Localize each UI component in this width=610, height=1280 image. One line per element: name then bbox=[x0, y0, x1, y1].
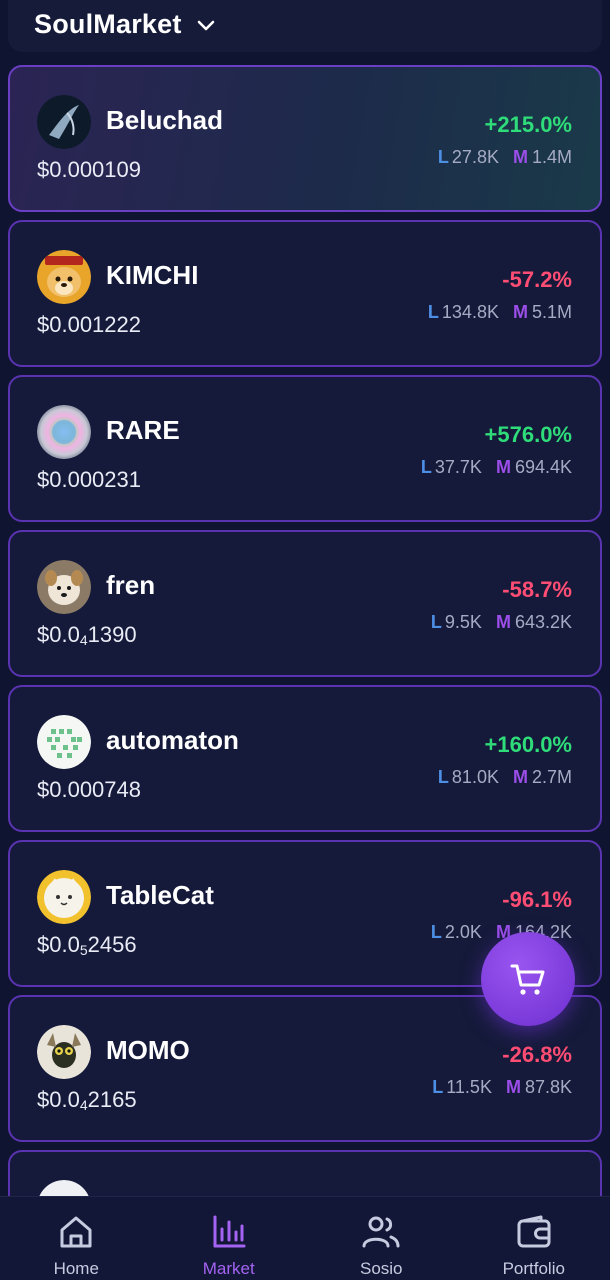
token-avatar bbox=[37, 405, 91, 459]
token-change: +215.0% bbox=[484, 112, 572, 137]
liquidity-value: 2.0K bbox=[444, 922, 482, 942]
token-name: MOMO bbox=[106, 1035, 190, 1065]
token-price: $0.052456 bbox=[37, 932, 137, 958]
mcap-value: 87.8K bbox=[524, 1077, 572, 1097]
token-change: -57.2% bbox=[502, 267, 572, 292]
token-stats: L 37.7K M 694.4K bbox=[421, 457, 572, 478]
liquidity-value: 27.8K bbox=[451, 147, 499, 167]
token-name: fren bbox=[106, 570, 156, 600]
price-zero-count: 4 bbox=[79, 1097, 88, 1113]
mcap-value: 1.4M bbox=[531, 147, 572, 167]
token-name: automaton bbox=[106, 725, 239, 755]
token-name: KIMCHI bbox=[106, 260, 199, 290]
cart-icon bbox=[510, 964, 545, 995]
liquidity-label: L bbox=[432, 1077, 444, 1097]
mcap-label: M bbox=[495, 457, 511, 477]
liquidity-label: L bbox=[430, 922, 442, 942]
mcap-label: M bbox=[512, 767, 528, 787]
bottom-nav: Home Market Sosio Portfolio bbox=[0, 1196, 610, 1280]
token-card-kimchi[interactable]: KIMCHI $0.001222 -57.2% L 134.8K M 5.1M bbox=[8, 220, 602, 367]
token-avatar bbox=[37, 250, 91, 304]
token-avatar bbox=[37, 1025, 91, 1079]
liquidity-label: L bbox=[420, 457, 432, 477]
token-name: TableCat bbox=[106, 880, 214, 910]
liquidity-value: 81.0K bbox=[451, 767, 499, 787]
mcap-label: M bbox=[505, 1077, 521, 1097]
liquidity-label: L bbox=[427, 302, 439, 322]
liquidity-value: 9.5K bbox=[444, 612, 482, 632]
liquidity-label: L bbox=[430, 612, 442, 632]
price-zero-count: 4 bbox=[79, 632, 88, 648]
liquidity-value: 11.5K bbox=[446, 1077, 492, 1097]
token-avatar bbox=[37, 95, 91, 149]
page-title: SoulMarket bbox=[34, 9, 182, 39]
token-avatar bbox=[37, 715, 91, 769]
liquidity-label: L bbox=[437, 147, 449, 167]
home-icon bbox=[60, 1216, 92, 1248]
liquidity-value: 134.8K bbox=[441, 302, 499, 322]
market-selector[interactable]: SoulMarket bbox=[8, 0, 602, 52]
price-prefix: $0.0 bbox=[37, 932, 80, 957]
nav-portfolio[interactable]: Portfolio bbox=[458, 1197, 610, 1280]
mcap-value: 5.1M bbox=[531, 302, 572, 322]
mcap-label: M bbox=[495, 612, 511, 632]
token-card-automaton[interactable]: automaton $0.000748 +160.0% L 81.0K M 2.7M bbox=[8, 685, 602, 832]
mcap-value: 694.4K bbox=[514, 457, 572, 477]
token-name: RARE bbox=[106, 415, 180, 445]
token-change: -26.8% bbox=[502, 1042, 572, 1067]
nav-portfolio-label: Portfolio bbox=[502, 1259, 565, 1278]
chevron-down-icon bbox=[197, 20, 214, 31]
token-stats: L 81.0K M 2.7M bbox=[438, 767, 572, 788]
token-price: $0.000748 bbox=[37, 777, 141, 802]
token-change: -58.7% bbox=[502, 577, 572, 602]
token-stats: L 27.8K M 1.4M bbox=[438, 147, 572, 168]
nav-sosio[interactable]: Sosio bbox=[305, 1197, 458, 1280]
price-suffix: 2456 bbox=[87, 932, 137, 957]
bar-chart-icon bbox=[213, 1215, 246, 1248]
app-root: SoulMarket Beluchad $0.000109 +215.0% L2… bbox=[0, 0, 610, 1280]
nav-home-label: Home bbox=[53, 1259, 99, 1278]
token-stats: L 11.5K M 87.8K bbox=[432, 1077, 572, 1098]
token-stats: L 9.5K M 643.2K bbox=[431, 612, 572, 633]
token-price: $0.000231 bbox=[37, 467, 141, 492]
nav-market[interactable]: Market bbox=[153, 1197, 306, 1280]
token-name: Beluchad bbox=[106, 105, 224, 135]
token-price: $0.001222 bbox=[37, 312, 141, 337]
users-icon bbox=[362, 1216, 400, 1248]
token-card-fren[interactable]: fren $0.041390 -58.7% L 9.5K M 643.2K bbox=[8, 530, 602, 677]
mcap-label: M bbox=[512, 147, 528, 167]
mcap-value: 2.7M bbox=[531, 767, 572, 787]
mcap-value: 643.2K bbox=[514, 612, 572, 632]
nav-market-label: Market bbox=[202, 1259, 255, 1278]
token-card-rare[interactable]: RARE $0.000231 +576.0% L 37.7K M 694.4K bbox=[8, 375, 602, 522]
price-suffix: 1390 bbox=[87, 622, 137, 647]
price-suffix: 2165 bbox=[87, 1087, 137, 1112]
token-avatar bbox=[37, 560, 91, 614]
token-price: $0.000109 bbox=[37, 157, 141, 182]
token-avatar bbox=[37, 870, 91, 924]
price-prefix: $0.0 bbox=[37, 622, 80, 647]
nav-home[interactable]: Home bbox=[0, 1197, 153, 1280]
token-stats: L 134.8K M 5.1M bbox=[428, 302, 572, 323]
token-change: -96.1% bbox=[502, 887, 572, 912]
cart-button[interactable] bbox=[481, 932, 575, 1026]
token-price: $0.042165 bbox=[37, 1087, 137, 1113]
token-price: $0.041390 bbox=[37, 622, 137, 648]
token-change: +576.0% bbox=[484, 422, 572, 447]
liquidity-value: 37.7K bbox=[434, 457, 482, 477]
nav-sosio-label: Sosio bbox=[359, 1259, 403, 1278]
token-card-beluchad[interactable]: Beluchad $0.000109 +215.0% L 27.8K M 1.4M bbox=[8, 65, 602, 212]
price-prefix: $0.0 bbox=[37, 1087, 80, 1112]
mcap-label: M bbox=[512, 302, 528, 322]
token-change: +160.0% bbox=[484, 732, 572, 757]
liquidity-label: L bbox=[437, 767, 449, 787]
wallet-icon bbox=[517, 1215, 551, 1248]
price-zero-count: 5 bbox=[79, 942, 88, 958]
